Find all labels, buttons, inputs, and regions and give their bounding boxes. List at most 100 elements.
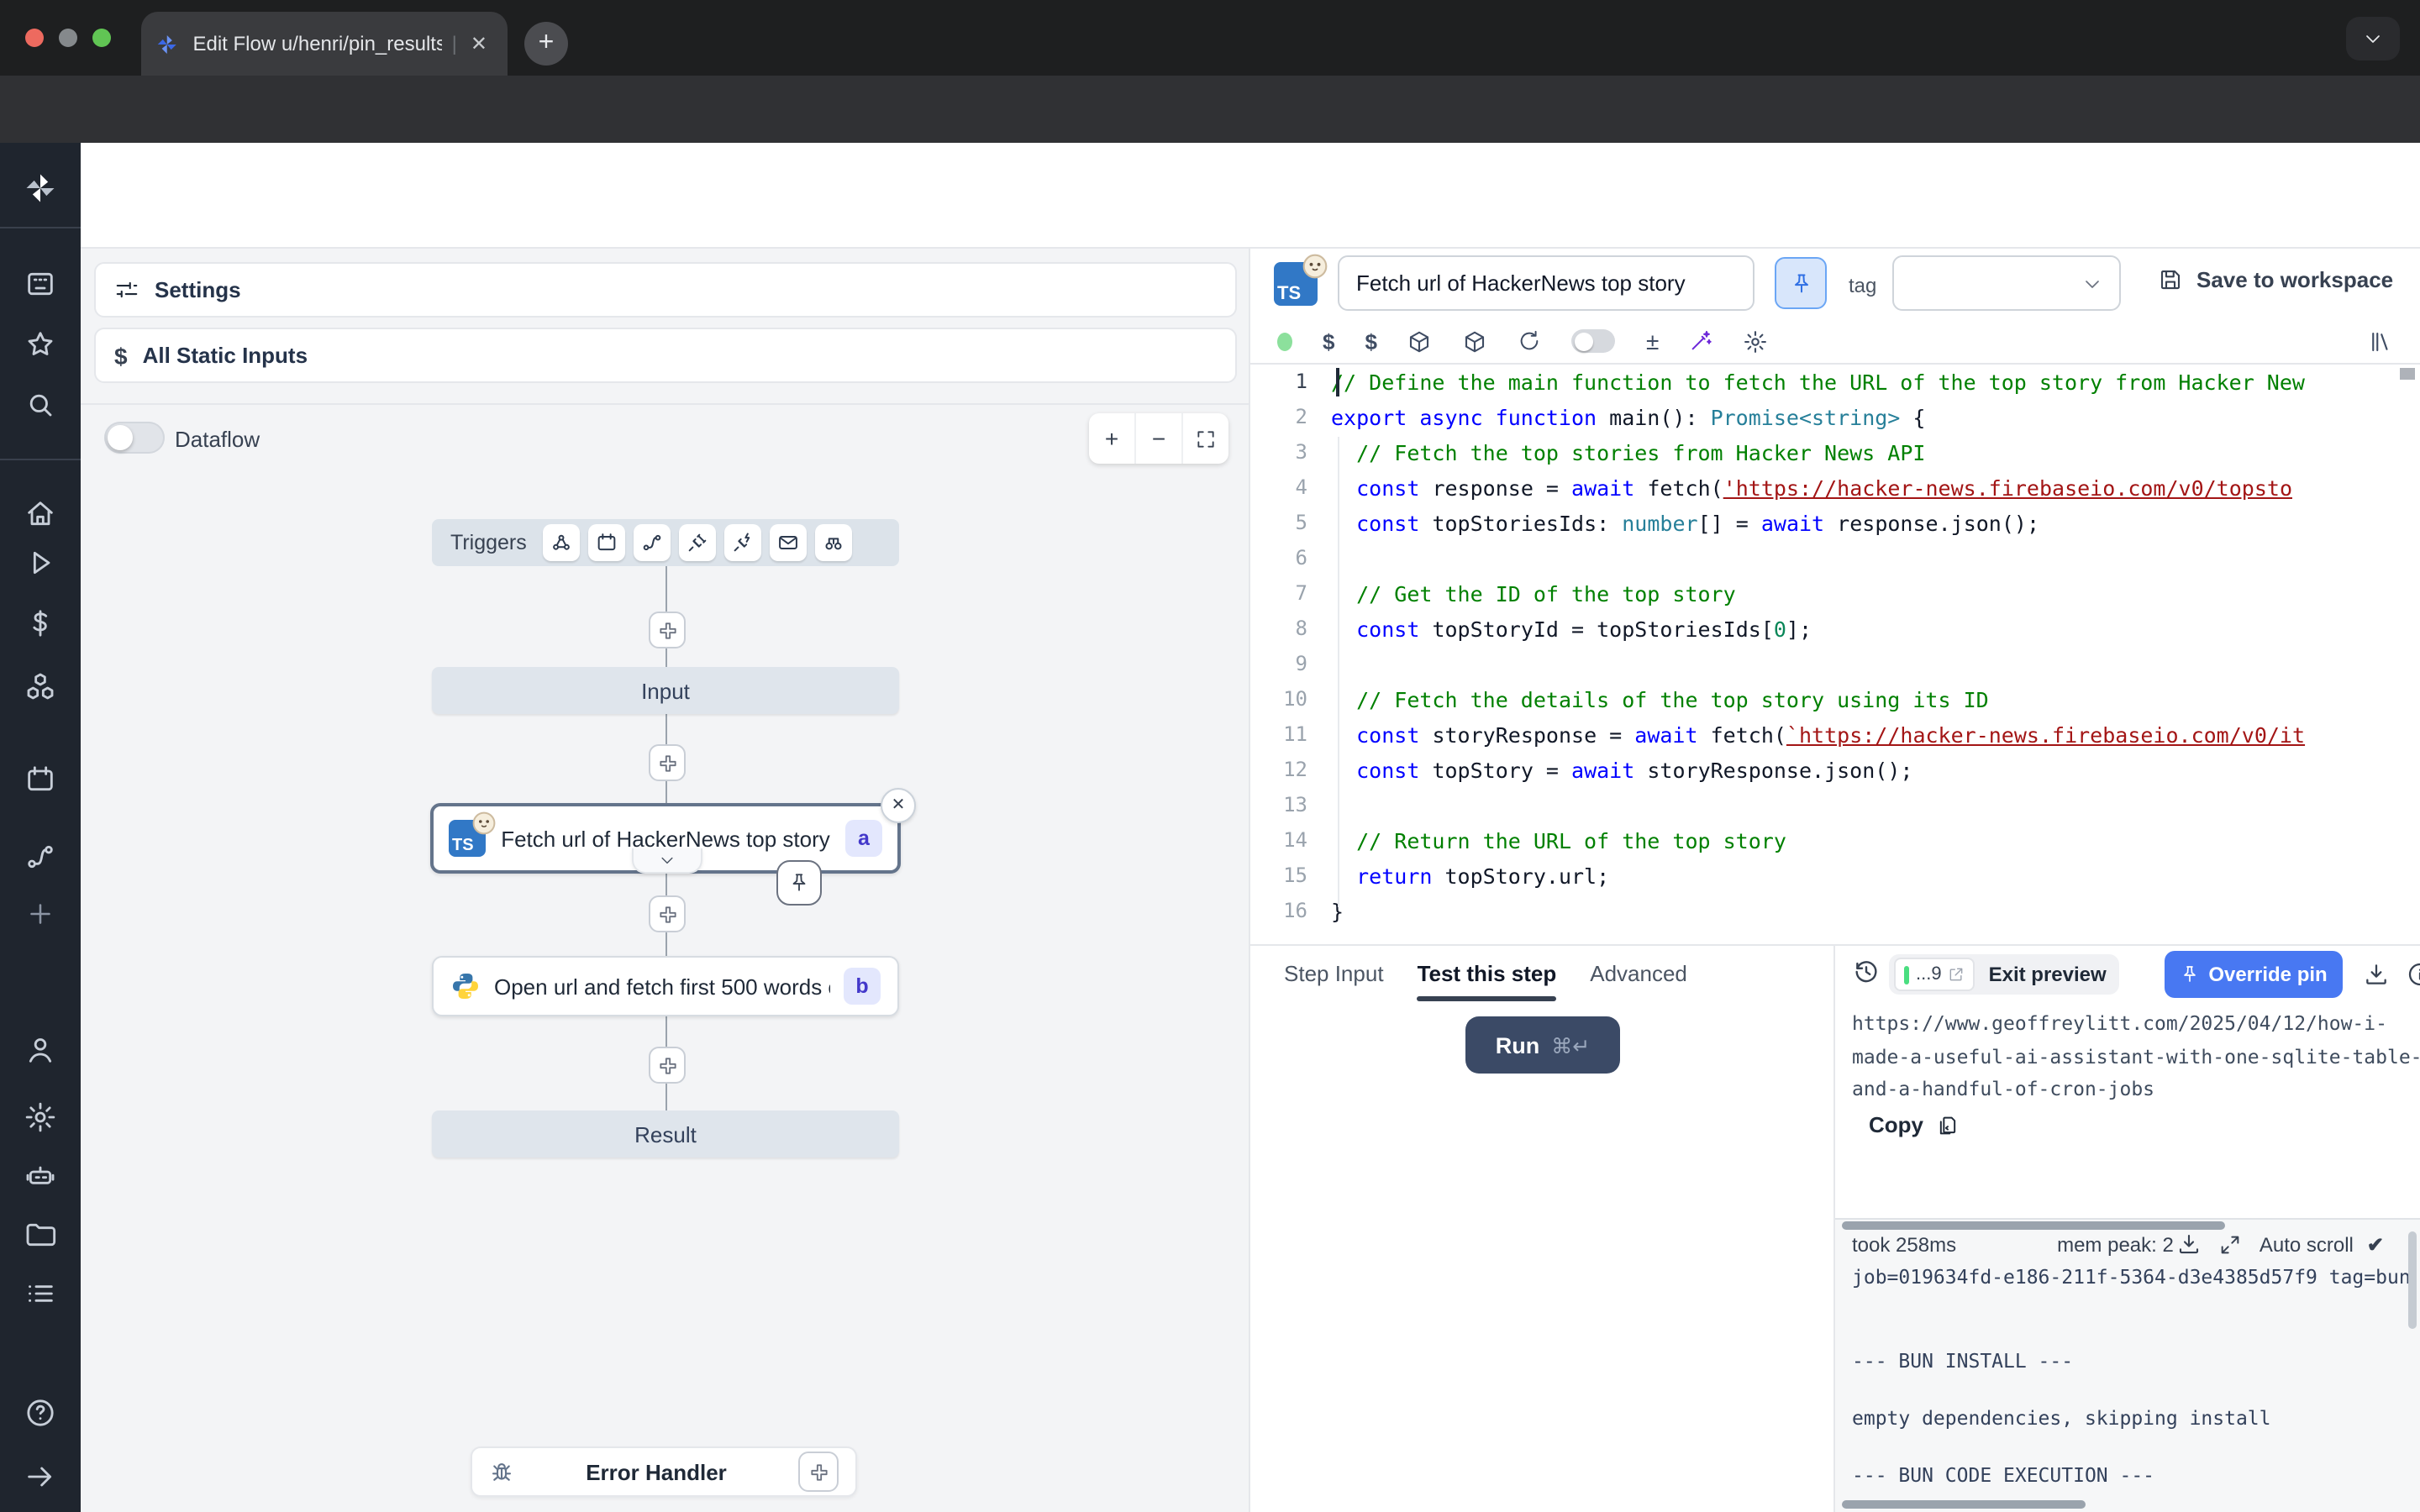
override-pin-button[interactable]: Override pin: [2165, 951, 2343, 998]
sidebar-item-app-window[interactable]: [0, 259, 81, 309]
window-minimize-button[interactable]: [59, 29, 77, 47]
tab-close-icon[interactable]: ✕: [464, 29, 494, 59]
code-line-14[interactable]: 14 // Return the URL of the top story: [1250, 823, 2420, 858]
sidebar-item-resources[interactable]: [0, 662, 81, 712]
window-close-button[interactable]: [25, 29, 44, 47]
sidebar-item-expand[interactable]: [0, 1452, 81, 1502]
log-lines[interactable]: job=019634fd-e186-211f-5364-d3e4385d57f9…: [1852, 1263, 2420, 1499]
zoom-in-button[interactable]: +: [1089, 413, 1134, 464]
new-tab-button[interactable]: +: [524, 22, 568, 66]
info-icon[interactable]: [2407, 961, 2420, 988]
sidebar-item-star[interactable]: [0, 319, 81, 370]
trigger-kafka-icon[interactable]: [725, 524, 762, 561]
log-vertical-scrollbar[interactable]: [2408, 1231, 2417, 1329]
history-icon[interactable]: [1852, 958, 1881, 986]
code-line-7[interactable]: 7 // Get the ID of the top story: [1250, 576, 2420, 612]
code-line-8[interactable]: 8 const topStoryId = topStoriesIds[0];: [1250, 612, 2420, 647]
input-node[interactable]: Input: [432, 667, 899, 714]
download-logs-icon[interactable]: [2177, 1231, 2202, 1257]
sidebar-item-add[interactable]: [0, 889, 81, 939]
sidebar-item-search[interactable]: [0, 380, 81, 430]
sidebar-item-runs[interactable]: [0, 538, 81, 588]
reset-icon[interactable]: [1518, 329, 1542, 353]
zoom-out-button[interactable]: −: [1134, 413, 1183, 464]
download-result-icon[interactable]: [2363, 961, 2390, 988]
code-line-12[interactable]: 12 const topStory = await storyResponse.…: [1250, 753, 2420, 788]
ai-assistant-icon[interactable]: [1689, 329, 1712, 353]
add-step-button[interactable]: [649, 895, 686, 932]
trigger-email-icon[interactable]: [771, 524, 808, 561]
log-horizontal-scrollbar[interactable]: [1842, 1500, 2086, 1509]
code-line-16[interactable]: 16}: [1250, 894, 2420, 929]
exit-preview-button[interactable]: Exit preview: [1989, 963, 2107, 986]
sidebar-item-settings[interactable]: [0, 1092, 81, 1142]
sidebar-item-home[interactable]: [0, 489, 81, 539]
contextual-variables-icon[interactable]: $: [1365, 328, 1376, 354]
code-line-6[interactable]: 6: [1250, 541, 2420, 576]
diff-mode-icon[interactable]: ±: [1646, 328, 1659, 354]
tab-step-input[interactable]: Step Input: [1284, 944, 1384, 1001]
sidebar-item-schedules[interactable]: [0, 754, 81, 805]
package-icon[interactable]: [1407, 328, 1433, 354]
code-line-1[interactable]: 1// Define the main function to fetch th…: [1250, 365, 2420, 400]
step-result-value[interactable]: https://www.geoffreylitt.com/2025/04/12/…: [1852, 1008, 2417, 1106]
code-editor[interactable]: 1// Define the main function to fetch th…: [1250, 365, 2420, 944]
tab-search-button[interactable]: [2346, 17, 2400, 60]
windmill-logo[interactable]: [0, 163, 81, 213]
code-line-5[interactable]: 5 const topStoriesIds: number[] = await …: [1250, 506, 2420, 541]
variables-icon[interactable]: $: [1323, 328, 1334, 354]
add-step-button[interactable]: [649, 1047, 686, 1084]
autoscroll-checkbox[interactable]: ✔: [2367, 1232, 2384, 1256]
sidebar-item-help[interactable]: [0, 1388, 81, 1438]
external-link-icon[interactable]: [1949, 966, 1965, 983]
tab-advanced[interactable]: Advanced: [1590, 944, 1687, 1001]
triggers-node[interactable]: Triggers: [432, 519, 899, 566]
add-step-button[interactable]: [649, 612, 686, 648]
editor-settings-icon[interactable]: [1743, 328, 1768, 354]
job-history-pill[interactable]: ...9: [1894, 958, 1975, 991]
dataflow-toggle[interactable]: [104, 422, 165, 454]
fit-view-button[interactable]: [1183, 413, 1228, 464]
add-step-button[interactable]: [649, 744, 686, 781]
copy-result-button[interactable]: Copy: [1869, 1112, 1959, 1137]
pinned-result-badge[interactable]: [776, 860, 822, 906]
tab-test-this-step[interactable]: Test this step: [1418, 944, 1557, 1001]
sidebar-item-folders[interactable]: [0, 1210, 81, 1260]
browser-tab[interactable]: Edit Flow u/henri/pin_results | ✕: [141, 12, 508, 76]
all-static-inputs-row[interactable]: $ All Static Inputs: [94, 328, 1237, 383]
code-line-11[interactable]: 11 const storyResponse = await fetch(`ht…: [1250, 717, 2420, 753]
code-line-9[interactable]: 9: [1250, 647, 2420, 682]
add-error-handler-button[interactable]: [798, 1452, 839, 1492]
trigger-poll-icon[interactable]: [816, 524, 853, 561]
code-line-2[interactable]: 2export async function main(): Promise<s…: [1250, 400, 2420, 435]
sidebar-item-routes[interactable]: [0, 832, 81, 882]
trigger-websocket-icon[interactable]: [680, 524, 717, 561]
code-line-13[interactable]: 13: [1250, 788, 2420, 823]
tag-select[interactable]: [1892, 255, 2121, 311]
sidebar-item-workers[interactable]: [0, 1151, 81, 1201]
pin-toggle-button[interactable]: [1775, 257, 1827, 309]
sidebar-item-audit-logs[interactable]: [0, 1268, 81, 1319]
package-icon[interactable]: [1463, 328, 1488, 354]
sidebar-item-variables[interactable]: [0, 598, 81, 648]
step-node-b[interactable]: Open url and fetch first 500 words of ..…: [432, 956, 899, 1016]
trigger-route-icon[interactable]: [634, 524, 671, 561]
expand-logs-icon[interactable]: [2219, 1232, 2243, 1256]
run-button[interactable]: Run ⌘↵: [1465, 1016, 1620, 1074]
code-line-15[interactable]: 15 return topStory.url;: [1250, 858, 2420, 894]
code-line-3[interactable]: 3 // Fetch the top stories from Hacker N…: [1250, 435, 2420, 470]
step-name-input[interactable]: Fetch url of HackerNews top story: [1338, 255, 1754, 311]
flow-settings-row[interactable]: Settings: [94, 262, 1237, 318]
library-icon[interactable]: [2368, 328, 2393, 354]
window-zoom-button[interactable]: [92, 29, 111, 47]
sidebar-item-users[interactable]: [0, 1025, 81, 1075]
save-to-workspace-button[interactable]: Save to workspace: [2158, 267, 2393, 292]
error-handler-node[interactable]: Error Handler: [471, 1446, 857, 1497]
trigger-webhook-icon[interactable]: [544, 524, 581, 561]
remove-step-button[interactable]: ✕: [881, 788, 916, 823]
trigger-schedule-icon[interactable]: [589, 524, 626, 561]
vim-mode-toggle[interactable]: [1572, 329, 1616, 353]
code-line-10[interactable]: 10 // Fetch the details of the top story…: [1250, 682, 2420, 717]
result-node[interactable]: Result: [432, 1110, 899, 1158]
collapse-step-chevron[interactable]: [632, 848, 702, 874]
